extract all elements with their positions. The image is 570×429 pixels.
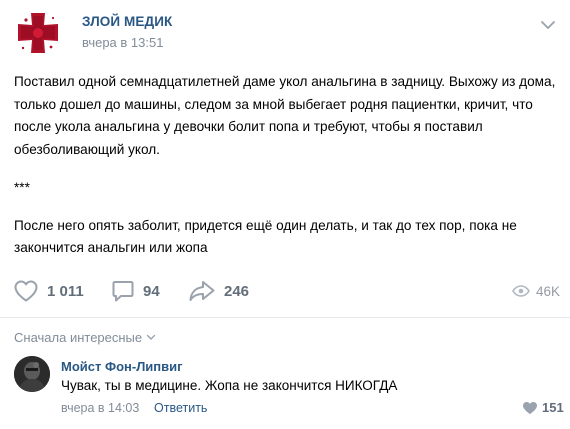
- comments-sort-dropdown[interactable]: Сначала интересные: [14, 330, 156, 345]
- share-arrow-icon: [189, 281, 215, 301]
- heart-icon: [14, 280, 38, 302]
- commenter-avatar-image: [14, 356, 50, 392]
- comment-text: Чувак, ты в медицине. Жопа не закончится…: [61, 378, 398, 393]
- comment-button[interactable]: 94: [111, 275, 160, 307]
- post-author[interactable]: ЗЛОЙ МЕДИК: [82, 14, 172, 29]
- red-cross-icon: [14, 9, 62, 57]
- comment-count: 94: [143, 282, 160, 300]
- share-button[interactable]: 246: [188, 275, 249, 307]
- like-count: 1 011: [47, 282, 84, 300]
- post-text: Поставил одной семнадцатилетней даме уко…: [14, 71, 559, 260]
- post-actions-bar: 1 011 94 246 46K: [0, 275, 570, 307]
- post-separator: ***: [14, 179, 30, 195]
- post-card: ЗЛОЙ МЕДИК вчера в 13:51 Поставил одной …: [0, 0, 570, 429]
- divider: [0, 317, 570, 318]
- post-paragraph: Поставил одной семнадцатилетней даме уко…: [14, 74, 556, 157]
- like-button[interactable]: 1 011: [13, 275, 84, 307]
- comment-like-count: 151: [542, 400, 564, 415]
- comment-icon: [112, 281, 134, 302]
- heart-filled-icon: [523, 401, 537, 414]
- post-menu-chevron-icon[interactable]: [540, 17, 556, 29]
- reply-button[interactable]: Ответить: [154, 401, 207, 415]
- sort-label: Сначала интересные: [14, 330, 143, 345]
- commenter-avatar[interactable]: [14, 356, 50, 392]
- post-paragraph: После него опять заболит, придется ещё о…: [14, 217, 517, 256]
- chevron-down-icon: [146, 334, 156, 340]
- eye-icon: [512, 285, 530, 297]
- post-timestamp[interactable]: вчера в 13:51: [82, 35, 163, 50]
- comment-like-button[interactable]: 151: [522, 400, 564, 415]
- views-count: 46K: [536, 283, 561, 299]
- group-avatar[interactable]: [14, 9, 62, 57]
- comment-timestamp[interactable]: вчера в 14:03: [61, 401, 139, 415]
- views-counter: 46K: [512, 275, 560, 307]
- comment-author[interactable]: Мойст Фон-Липвиг: [61, 359, 183, 374]
- share-count: 246: [224, 282, 250, 300]
